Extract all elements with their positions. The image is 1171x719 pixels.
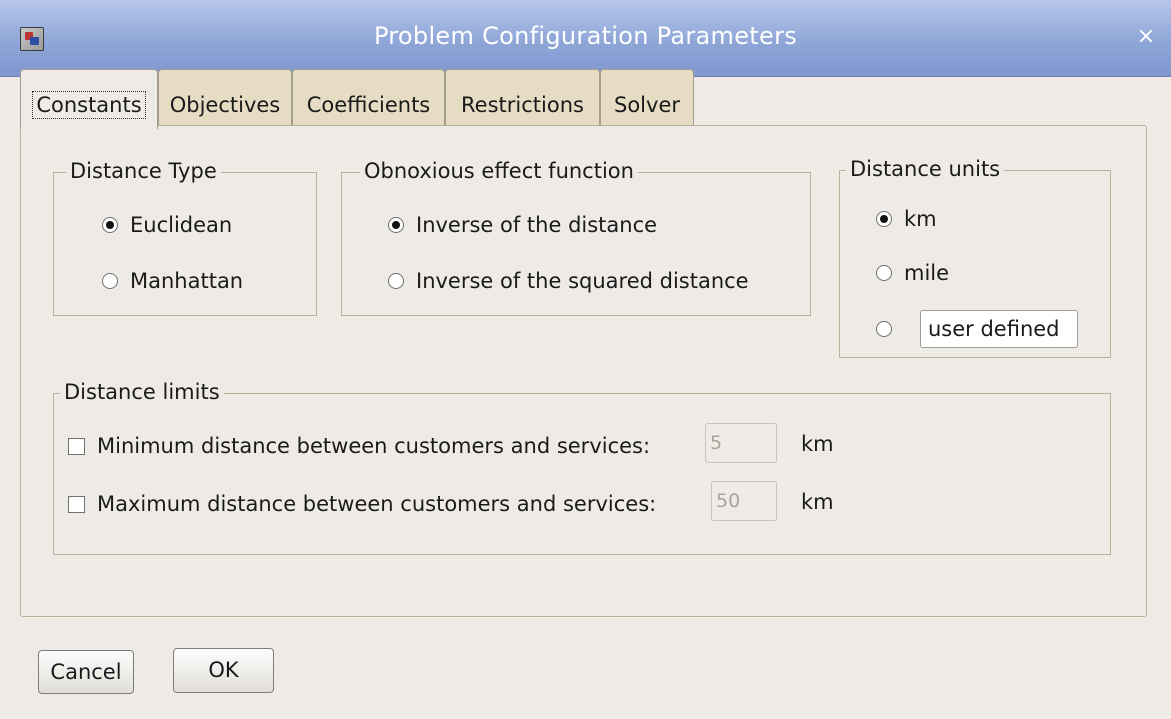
- window-title: Problem Configuration Parameters: [373, 22, 798, 50]
- mile-label: mile: [904, 261, 950, 285]
- radio-icon: [388, 217, 404, 233]
- tab-label: Restrictions: [461, 93, 584, 117]
- distance-limits-legend: Distance limits: [60, 380, 224, 404]
- tab-label: Constants: [32, 91, 146, 119]
- radio-icon: [102, 217, 118, 233]
- max-distance-checkbox[interactable]: Maximum distance between customers and s…: [68, 492, 656, 516]
- min-distance-label: Minimum distance between customers and s…: [97, 434, 651, 458]
- title-bar[interactable]: Problem Configuration Parameters ×: [0, 0, 1171, 77]
- inverse-distance-label: Inverse of the distance: [416, 213, 658, 237]
- tab-constants[interactable]: Constants: [20, 69, 158, 129]
- mile-radio[interactable]: mile: [876, 261, 949, 285]
- ok-button[interactable]: OK: [173, 648, 274, 693]
- tab-label: Solver: [614, 93, 680, 117]
- tab-restrictions[interactable]: Restrictions: [445, 69, 600, 125]
- radio-icon: [876, 321, 892, 337]
- radio-icon: [876, 265, 892, 281]
- euclidean-label: Euclidean: [130, 213, 233, 237]
- distance-limits-group: Distance limits Minimum distance between…: [53, 380, 1111, 555]
- min-distance-input[interactable]: 5: [705, 423, 777, 463]
- cancel-button[interactable]: Cancel: [38, 650, 134, 694]
- tab-solver[interactable]: Solver: [600, 69, 694, 125]
- tab-coefficients[interactable]: Coefficients: [292, 69, 445, 125]
- manhattan-label: Manhattan: [130, 269, 244, 293]
- euclidean-radio[interactable]: Euclidean: [102, 213, 232, 237]
- checkbox-icon: [68, 495, 85, 513]
- inverse-squared-distance-radio[interactable]: Inverse of the squared distance: [388, 269, 749, 293]
- distance-type-legend: Distance Type: [66, 159, 221, 183]
- km-label: km: [904, 207, 937, 231]
- tab-objectives[interactable]: Objectives: [158, 69, 292, 125]
- min-distance-unit: km: [801, 432, 834, 456]
- tab-label: Objectives: [169, 93, 281, 117]
- radio-icon: [876, 211, 892, 227]
- max-distance-label: Maximum distance between customers and s…: [97, 492, 657, 516]
- manhattan-radio[interactable]: Manhattan: [102, 269, 243, 293]
- radio-icon: [388, 273, 404, 289]
- km-radio[interactable]: km: [876, 207, 937, 231]
- inverse-distance-radio[interactable]: Inverse of the distance: [388, 213, 657, 237]
- distance-units-legend: Distance units: [846, 157, 1005, 181]
- distance-units-group: Distance units km mile user defined: [839, 157, 1111, 358]
- user-defined-radio[interactable]: [876, 321, 892, 337]
- min-distance-checkbox[interactable]: Minimum distance between customers and s…: [68, 434, 650, 458]
- tab-label: Coefficients: [306, 93, 431, 117]
- close-icon[interactable]: ×: [1135, 26, 1157, 48]
- inverse-squared-distance-label: Inverse of the squared distance: [416, 269, 749, 293]
- obnoxious-group: Obnoxious effect function Inverse of the…: [341, 159, 811, 316]
- constants-panel: Distance Type Euclidean Manhattan Obnoxi…: [20, 125, 1147, 617]
- distance-type-group: Distance Type Euclidean Manhattan: [53, 159, 317, 316]
- checkbox-icon: [68, 437, 85, 455]
- max-distance-input[interactable]: 50: [711, 481, 777, 521]
- obnoxious-legend: Obnoxious effect function: [360, 159, 638, 183]
- radio-icon: [102, 273, 118, 289]
- max-distance-unit: km: [801, 490, 834, 514]
- user-defined-unit-input[interactable]: user defined: [920, 310, 1078, 348]
